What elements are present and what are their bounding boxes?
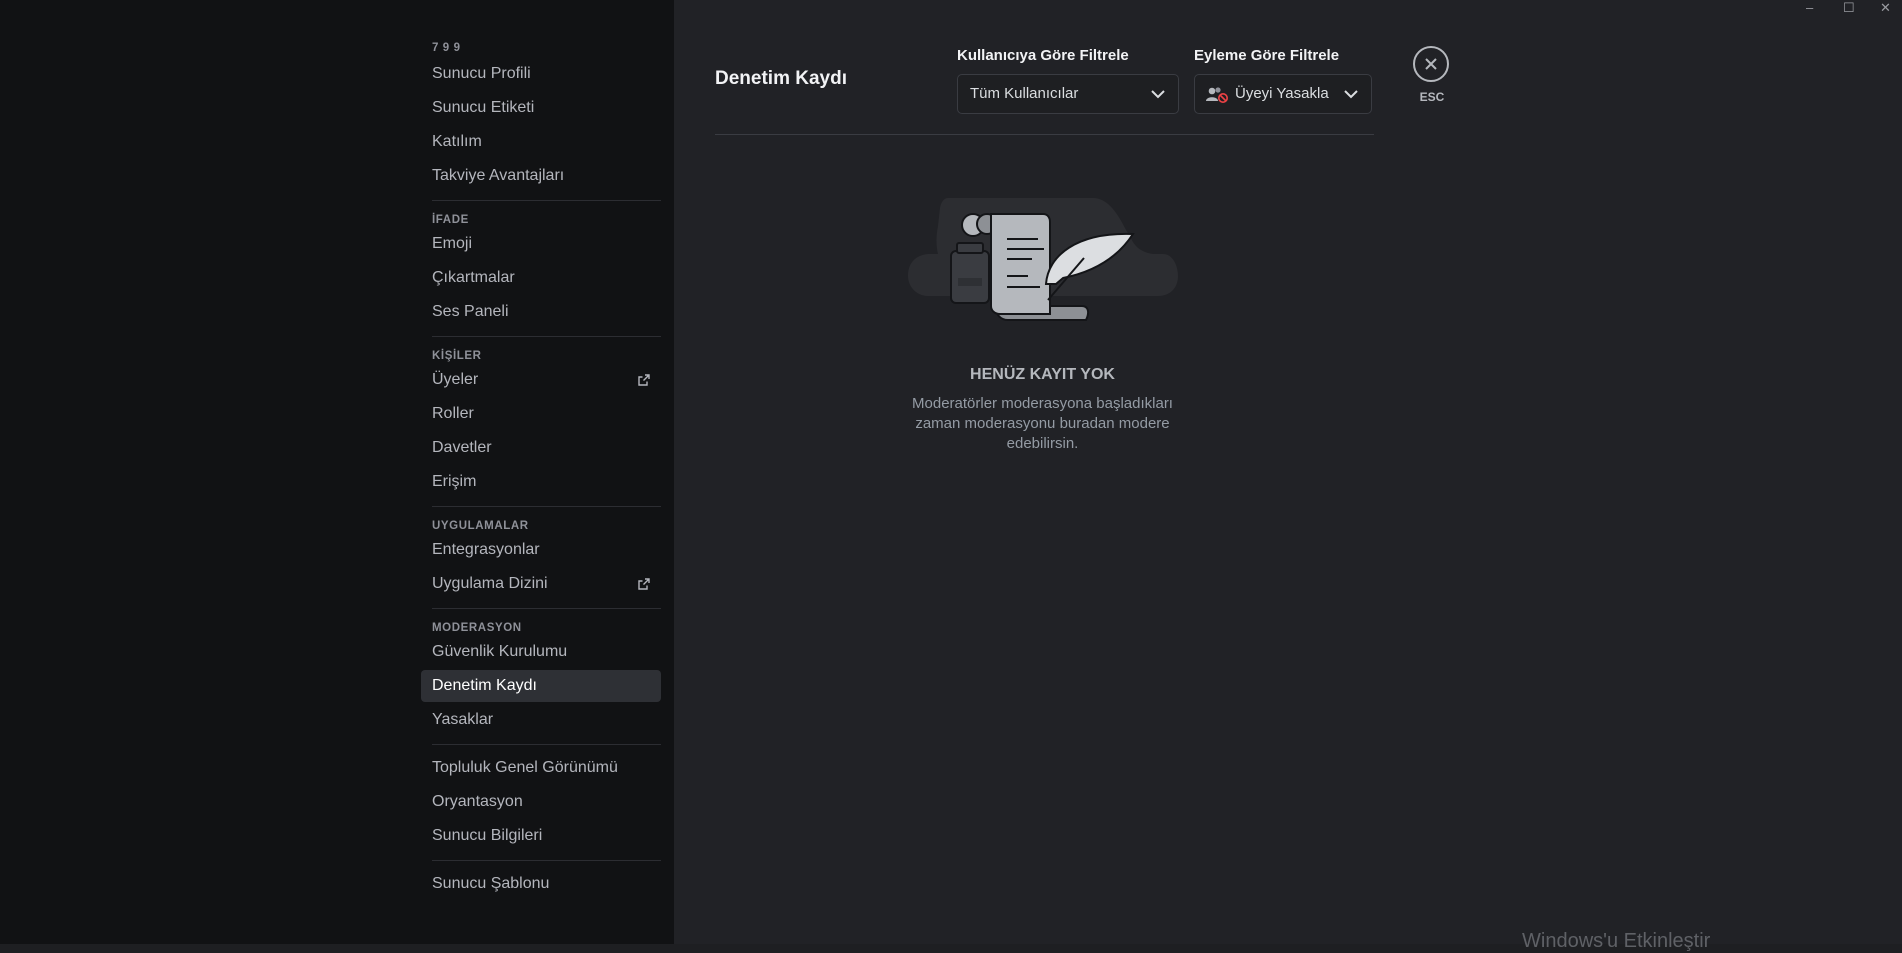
sidebar-item-label: Katılım [432,133,482,150]
settings-sidebar: 7 9 9 Sunucu Profili Sunucu Etiketi Katılım… [421,38,661,902]
sidebar-item-label: Erişim [432,473,477,490]
activation-watermark: Windows'u Etkinleştir [1522,930,1711,952]
sidebar-section-header: MODERASYON [432,622,522,634]
sidebar-item-ses-paneli[interactable]: Ses Paneli [421,296,661,328]
minimize-icon[interactable]: – [1806,0,1813,15]
sidebar-section-header: KİŞİLER [432,350,482,362]
member-ban-icon [1206,87,1228,103]
sidebar-item-label: Roller [432,405,474,422]
sidebar-item-yasaklar[interactable]: Yasaklar [421,704,661,736]
user-filter-label: Kullanıcıya Göre Filtrele [957,47,1129,64]
sidebar-item-label: Güvenlik Kurulumu [432,643,568,660]
sidebar-item-guvenlik-kurulumu[interactable]: Güvenlik Kurulumu [421,636,661,668]
sidebar-section-header: 7 9 9 [432,42,461,54]
sidebar-item-erisim[interactable]: Erişim [421,466,661,498]
sidebar-section-header: İFADE [432,214,469,226]
esc-label: ESC [1419,90,1445,104]
external-link-icon [638,578,650,590]
empty-state-description: Moderatörler moderasyona başladıkları za… [912,395,1173,452]
audit-log-scroll-illustration [908,198,1178,321]
chevron-down-icon [1344,90,1358,99]
sidebar-item-topluluk-genel-gorunumu[interactable]: Topluluk Genel Görünümü [421,752,661,784]
close-button[interactable] [1413,46,1449,82]
content-background [674,0,1902,944]
sidebar-item-label: Yasaklar [432,711,494,728]
sidebar-item-label: Emoji [432,235,473,252]
action-filter-select[interactable]: Üyeyi Yasakla [1194,74,1372,114]
sidebar-item-label: Uygulama Dizini [432,575,548,592]
sidebar-item-roller[interactable]: Roller [421,398,661,430]
sidebar-item-label: Takviye Avantajları [432,167,565,184]
sidebar-item-label: Üyeler [432,371,479,388]
maximize-icon[interactable]: ☐ [1843,0,1855,16]
sidebar-item-label: Ses Paneli [432,303,509,320]
sidebar-item-emoji[interactable]: Emoji [421,228,661,260]
header-divider [715,134,1374,135]
sidebar-item-cikartmalar[interactable]: Çıkartmalar [421,262,661,294]
sidebar-item-label: Davetler [432,439,492,456]
sidebar-item-takviye-avantajlari[interactable]: Takviye Avantajları [421,160,661,192]
sidebar-item-uygulama-dizini[interactable]: Uygulama Dizini [421,568,661,600]
chevron-down-icon [1151,90,1165,99]
sidebar-item-label: Denetim Kaydı [432,677,537,694]
sidebar-section-header: UYGULAMALAR [432,520,529,532]
sidebar-item-entegrasyonlar[interactable]: Entegrasyonlar [421,534,661,566]
sidebar-item-label: Sunucu Profili [432,65,531,82]
sidebar-item-label: Topluluk Genel Görünümü [432,759,618,776]
sidebar-item-uyeler[interactable]: Üyeler [421,364,661,396]
action-filter-value: Üyeyi Yasakla [1235,85,1329,102]
user-filter-select[interactable]: Tüm Kullanıcılar [957,74,1179,114]
sidebar-item-label: Entegrasyonlar [432,541,540,558]
sidebar-item-davetler[interactable]: Davetler [421,432,661,464]
external-link-icon [638,374,650,386]
empty-state-title: HENÜZ KAYIT YOK [970,366,1115,383]
window-close-icon[interactable]: ✕ [1880,0,1891,16]
user-filter-value: Tüm Kullanıcılar [970,85,1079,102]
sidebar-item-label: Sunucu Bilgileri [432,827,543,844]
sidebar-item-label: Çıkartmalar [432,269,515,286]
close-icon [1425,58,1437,70]
sidebar-item-katilim[interactable]: Katılım [421,126,661,158]
sidebar-item-sunucu-etiketi[interactable]: Sunucu Etiketi [421,92,661,124]
page-title: Denetim Kaydı [715,68,847,89]
sidebar-item-sunucu-sablonu[interactable]: Sunucu Şablonu [421,868,661,900]
action-filter-label: Eyleme Göre Filtrele [1194,47,1340,64]
sidebar-item-sunucu-profili[interactable]: Sunucu Profili [421,58,661,90]
sidebar-item-label: Oryantasyon [432,793,523,810]
sidebar-item-oryantasyon[interactable]: Oryantasyon [421,786,661,818]
sidebar-item-label: Sunucu Şablonu [432,875,550,892]
sidebar-item-label: Sunucu Etiketi [432,99,535,116]
sidebar-item-sunucu-bilgileri[interactable]: Sunucu Bilgileri [421,820,661,852]
sidebar-item-denetim-kaydi[interactable]: Denetim Kaydı [421,670,661,702]
